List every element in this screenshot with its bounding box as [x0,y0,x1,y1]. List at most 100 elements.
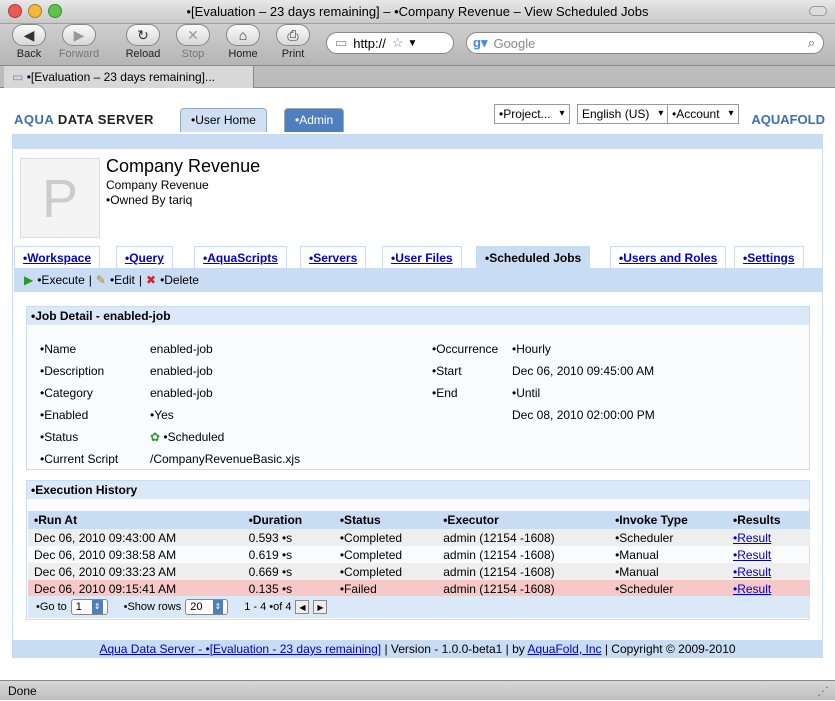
page-content: AQUA DATA SERVER •User Home •Admin •Proj… [0,90,835,680]
tab-user-files[interactable]: •User Files [382,246,462,268]
account-dropdown[interactable]: •Account [667,104,739,124]
result-link[interactable]: •Result [733,548,771,562]
occurrence-value: •Hourly [512,342,551,356]
result-link[interactable]: •Result [733,582,771,596]
tab-users-and-roles[interactable]: •Users and Roles [610,246,727,268]
end-value: •Until [512,386,541,400]
toolbar-toggle-button[interactable] [809,6,827,16]
column-header-results[interactable]: •Results [727,511,810,529]
play-icon: ▶ [24,273,34,287]
search-field[interactable]: g▾ Google ⌕ [466,32,824,54]
browser-toolbar: ◀ Back ▶ Forward ↻ Reload ✕ Stop ⌂ Home … [0,24,835,66]
bookmark-star-icon[interactable]: ☆ [392,35,404,51]
home-label: Home [228,48,258,60]
action-separator: | [88,273,92,287]
url-dropdown-icon[interactable]: ▼ [407,38,417,49]
goto-page-select[interactable]: 1 ⇕ [70,599,108,615]
tab-settings[interactable]: •Settings [734,246,804,268]
url-text: http:// [353,35,386,51]
close-window-button[interactable] [8,4,22,18]
search-placeholder: Google [493,35,536,51]
result-link[interactable]: •Result [733,531,771,545]
occurrence-label: •Occurrence [432,342,499,356]
end-label: •End [432,386,458,400]
stop-label: Stop [181,48,205,60]
page-range: 1 - 4 •of 4 [244,601,292,613]
until-value: Dec 08, 2010 02:00:00 PM [512,408,655,422]
status-label: •Status [40,430,79,444]
tab-scheduled-jobs[interactable]: •Scheduled Jobs [476,246,591,268]
select-arrows-icon: ⇕ [212,600,224,614]
project-avatar: P [20,158,100,238]
project-subtitle: Company Revenue [106,178,209,192]
minimize-window-button[interactable] [28,4,42,18]
browser-tab[interactable]: ▭ •[Evaluation – 23 days remaining]... [4,66,254,88]
back-arrow-icon: ◀ [12,24,46,46]
cell-invoke-type: •Manual [615,547,659,562]
language-dropdown[interactable]: English (US) [577,104,669,124]
description-label: •Description [40,364,105,378]
column-header-invoke-type[interactable]: •Invoke Type [609,511,727,529]
tab-servers[interactable]: •Servers [300,246,367,268]
reload-button[interactable]: ↻ Reload [120,24,166,60]
edit-button[interactable]: •Edit [110,273,135,287]
resize-grip-icon[interactable]: ⋰ [817,681,829,701]
column-header-status[interactable]: •Status [333,511,438,529]
tab-admin[interactable]: •Admin [284,108,345,132]
cell-duration: 0.669 •s [242,563,334,580]
project-dropdown[interactable]: •Project... [494,104,570,124]
back-button[interactable]: ◀ Back [6,24,52,60]
print-button[interactable]: ⎙ Print [270,24,316,60]
cell-duration: 0.593 •s [242,529,334,546]
tab-user-home[interactable]: •User Home [180,108,267,132]
project-owner: •Owned By tariq [106,193,193,207]
previous-page-button[interactable]: ◀ [295,600,310,614]
aqua-data-server-logo[interactable]: AQUA DATA SERVER [14,112,154,127]
aquafold-logo[interactable]: AQUAFOLD [751,112,825,127]
show-rows-label: •Show rows [123,601,182,613]
cell-status: •Completed [339,547,403,562]
logo-suffix: DATA SERVER [53,112,154,127]
forward-button[interactable]: ▶ Forward [56,24,102,60]
execution-history-table: •Run At •Duration •Status •Executor •Inv… [28,511,810,597]
home-button[interactable]: ⌂ Home [220,24,266,60]
url-field[interactable]: ▭ http:// ☆ ▼ [326,32,454,54]
zoom-window-button[interactable] [48,4,62,18]
delete-icon: ✖ [146,273,157,287]
footer-company-link[interactable]: AquaFold, Inc [527,642,601,656]
browser-tab-title: •[Evaluation – 23 days remaining]... [26,70,215,84]
enabled-value: •Yes [150,408,174,422]
page-icon: ▭ [12,70,24,84]
stop-icon: ✕ [176,24,210,46]
footer-copyright: | Copyright © 2009-2010 [601,642,736,656]
status-value: •Scheduled [163,430,225,444]
stop-button[interactable]: ✕ Stop [170,24,216,60]
category-value: enabled-job [150,386,213,400]
window-titlebar: •[Evaluation – 23 days remaining] – •Com… [0,0,835,24]
next-page-button[interactable]: ▶ [313,600,328,614]
goto-label: •Go to [36,601,67,613]
tab-aquascripts[interactable]: •AquaScripts [194,246,287,268]
result-link[interactable]: •Result [733,565,771,579]
column-header-executor[interactable]: •Executor [437,511,610,529]
cell-invoke-type: •Scheduler [609,529,727,546]
cell-result: •Result [727,563,810,580]
execute-button[interactable]: •Execute [37,273,85,287]
browser-statusbar: Done ⋰ [0,680,835,700]
forward-arrow-icon: ▶ [62,24,96,46]
job-detail-heading: •Job Detail - enabled-job [27,307,809,325]
table-row: Dec 06, 2010 09:15:41 AM 0.135 •s •Faile… [28,580,810,597]
start-label: •Start [432,364,462,378]
status-text: Done [8,684,37,698]
search-icon[interactable]: ⌕ [808,35,815,51]
tab-query[interactable]: •Query [116,246,173,268]
cell-run-at: Dec 06, 2010 09:43:00 AM [28,529,243,546]
tab-workspace[interactable]: •Workspace [14,246,101,268]
browser-tabbar: ▭ •[Evaluation – 23 days remaining]... [0,66,835,88]
column-header-duration[interactable]: •Duration [242,511,334,529]
column-header-run-at[interactable]: •Run At [28,511,243,529]
show-rows-select[interactable]: 20 ⇕ [185,599,229,615]
footer-app-link[interactable]: Aqua Data Server - •[Evaluation - 23 day… [99,642,381,656]
delete-button[interactable]: •Delete [160,273,199,287]
name-label: •Name [40,342,77,356]
